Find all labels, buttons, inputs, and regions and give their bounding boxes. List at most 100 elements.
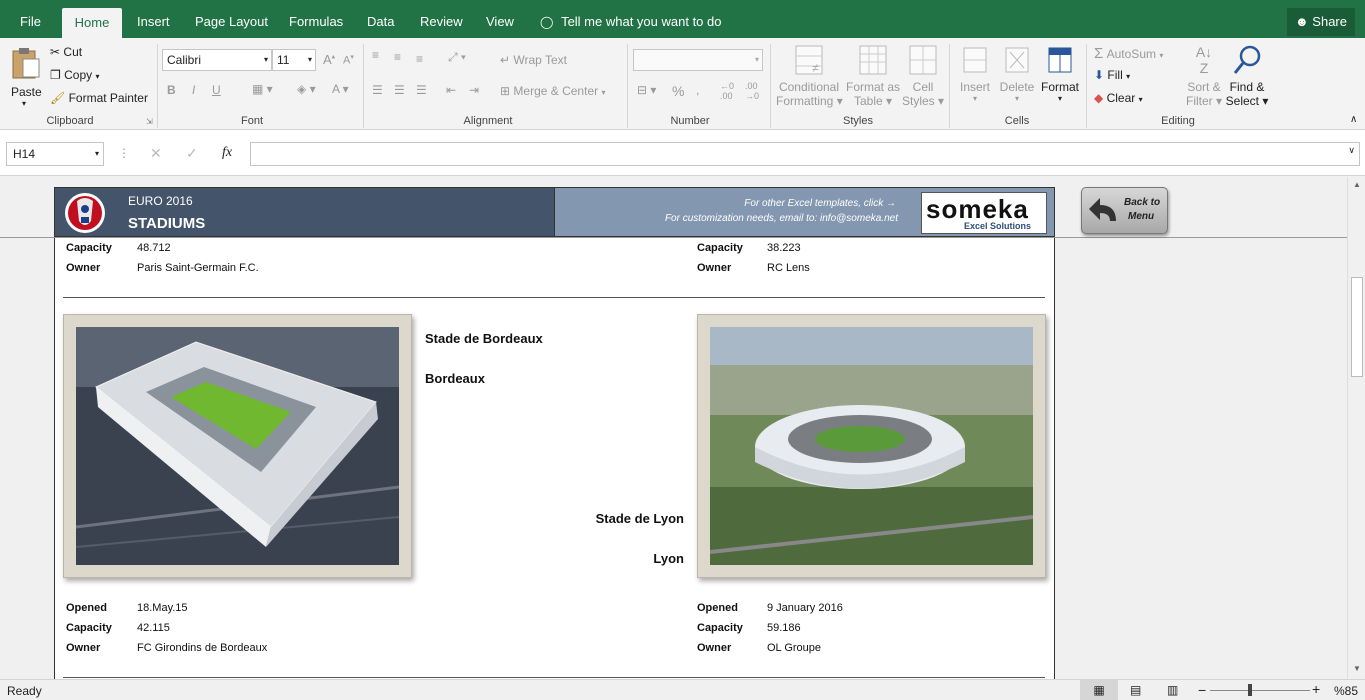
- format-cells-icon: [1048, 47, 1072, 73]
- underline-button[interactable]: U: [212, 83, 221, 97]
- comma-icon[interactable]: ,: [696, 83, 699, 97]
- page-break-view-icon[interactable]: ▥: [1167, 683, 1178, 697]
- clear-button[interactable]: ◆ Clear ▾: [1094, 91, 1143, 105]
- find-select-label-1: Find &: [1229, 80, 1265, 94]
- confirm-formula-icon[interactable]: ✓: [186, 145, 198, 162]
- decrease-indent-icon[interactable]: ⇤: [446, 83, 456, 97]
- currency-icon[interactable]: ⊟ ▾: [637, 83, 656, 97]
- format-cells-button[interactable]: Format ▾: [1039, 44, 1081, 114]
- sort-filter-button[interactable]: A↓ Z Sort & Filter ▾: [1184, 44, 1224, 114]
- grow-font-icon[interactable]: A▴: [323, 52, 335, 67]
- decrease-decimal-icon[interactable]: .00 →0: [745, 81, 759, 101]
- zoom-slider[interactable]: [1210, 684, 1310, 696]
- align-bottom-icon[interactable]: ≡: [416, 52, 423, 66]
- cell-styles-button[interactable]: Cell Styles ▾: [902, 44, 944, 114]
- scroll-up-icon[interactable]: ▲: [1353, 180, 1361, 189]
- autosum-button[interactable]: Σ AutoSum ▾: [1094, 45, 1163, 62]
- tab-file[interactable]: File: [20, 0, 41, 38]
- find-select-button[interactable]: Find & Select ▾: [1224, 44, 1270, 114]
- insert-function-button[interactable]: fx: [222, 145, 232, 161]
- italic-button[interactable]: I: [192, 83, 195, 97]
- fill-button[interactable]: ⬇ Fill ▾: [1094, 68, 1130, 82]
- bordeaux-capacity-value: 42.115: [137, 622, 170, 634]
- header-banner: EURO 2016 STADIUMS: [54, 187, 555, 237]
- name-box-value: H14: [13, 147, 36, 161]
- fill-color-icon[interactable]: ◈ ▾: [297, 82, 316, 96]
- group-label-cells: Cells: [1004, 115, 1030, 127]
- lyon-opened-label: Opened: [697, 602, 738, 614]
- align-middle-icon[interactable]: ≡: [394, 50, 401, 64]
- chevron-down-icon: ▾: [754, 55, 759, 64]
- merge-center-button[interactable]: ⊞ Merge & Center ▾: [500, 84, 605, 98]
- zoom-slider-thumb[interactable]: [1248, 684, 1252, 696]
- insert-cells-button[interactable]: Insert ▾: [956, 44, 994, 114]
- font-color-icon[interactable]: A ▾: [332, 82, 349, 96]
- tab-view[interactable]: View: [486, 0, 514, 38]
- tab-review[interactable]: Review: [420, 0, 463, 38]
- table-icon: [859, 45, 887, 75]
- align-top-icon[interactable]: ≡: [372, 48, 379, 62]
- format-painter-button[interactable]: 🖌 Format Painter: [50, 91, 148, 105]
- scroll-down-icon[interactable]: ▼: [1353, 664, 1361, 673]
- promo-templates-link[interactable]: For other Excel templates, click →: [744, 198, 896, 209]
- group-label-number: Number: [670, 115, 710, 127]
- chevron-down-icon: ▾: [307, 55, 312, 64]
- wrap-text-button[interactable]: ↵ Wrap Text: [500, 53, 567, 67]
- orientation-icon[interactable]: ⤢ ▾: [448, 50, 466, 65]
- borders-icon[interactable]: ▦ ▾: [252, 82, 273, 96]
- someka-logo[interactable]: someka Excel Solutions: [921, 192, 1047, 234]
- section-divider: [63, 297, 1045, 298]
- font-size-select[interactable]: 11 ▾: [272, 49, 316, 71]
- tab-insert[interactable]: Insert: [137, 0, 170, 38]
- increase-indent-icon[interactable]: ⇥: [469, 83, 479, 97]
- sigma-icon: Σ: [1094, 45, 1104, 62]
- font-name-select[interactable]: Calibri ▾: [162, 49, 272, 71]
- increase-decimal-icon[interactable]: ←0.00: [720, 81, 734, 101]
- back-arrow-icon: [1089, 198, 1116, 221]
- header-title: STADIUMS: [128, 215, 206, 232]
- name-box[interactable]: H14 ▾: [6, 142, 104, 166]
- conditional-formatting-button[interactable]: ≠ Conditional Formatting ▾: [776, 44, 843, 114]
- cut-button[interactable]: ✂ Cut: [50, 45, 82, 59]
- share-button[interactable]: ☻ Share: [1287, 8, 1355, 36]
- tab-data[interactable]: Data: [367, 0, 394, 38]
- tab-home[interactable]: Home: [62, 8, 122, 38]
- align-right-icon[interactable]: ☰: [416, 83, 427, 97]
- sort-filter-icon: A↓ Z: [1195, 44, 1213, 76]
- delete-cells-label: Delete: [999, 80, 1035, 94]
- copy-button[interactable]: ❐ Copy ▾: [50, 68, 99, 82]
- align-left-icon[interactable]: ☰: [372, 83, 383, 97]
- prev-left-owner-label: Owner: [66, 262, 101, 274]
- bold-button[interactable]: B: [167, 83, 176, 97]
- vertical-scrollbar[interactable]: ▲ ▼: [1347, 177, 1365, 679]
- zoom-level[interactable]: %85: [1334, 684, 1358, 698]
- delete-cells-button[interactable]: Delete ▾: [997, 44, 1037, 114]
- align-center-icon[interactable]: ☰: [394, 83, 405, 97]
- scrollbar-thumb[interactable]: [1351, 277, 1363, 377]
- normal-view-button[interactable]: ▦: [1080, 680, 1118, 700]
- dialog-launcher-icon[interactable]: ⇲: [146, 117, 153, 126]
- cell-styles-icon: [909, 45, 937, 75]
- number-format-select[interactable]: ▾: [633, 49, 763, 71]
- prev-left-capacity-value: 48.712: [137, 242, 171, 254]
- tab-page-layout[interactable]: Page Layout: [195, 0, 268, 38]
- percent-button[interactable]: %: [672, 83, 684, 99]
- page-layout-view-icon[interactable]: ▤: [1130, 683, 1141, 697]
- paste-button[interactable]: Paste ▾: [8, 44, 44, 108]
- zoom-in-icon[interactable]: +: [1312, 681, 1320, 697]
- lyon-owner-label: Owner: [697, 642, 732, 654]
- status-bar: Ready ▦ ▤ ▥ − + %85: [0, 679, 1365, 700]
- tell-me-search[interactable]: ◯ Tell me what you want to do: [540, 0, 721, 38]
- shrink-font-icon[interactable]: A▾: [343, 53, 354, 67]
- collapse-ribbon-icon[interactable]: ∧: [1350, 114, 1357, 125]
- cancel-formula-icon[interactable]: ✕: [150, 145, 162, 162]
- stadium-photo-bordeaux[interactable]: [63, 314, 412, 578]
- tab-formulas[interactable]: Formulas: [289, 0, 343, 38]
- zoom-out-icon[interactable]: −: [1198, 682, 1206, 698]
- stadium-photo-lyon[interactable]: [697, 314, 1046, 578]
- format-as-table-button[interactable]: Format as Table ▾: [846, 44, 900, 114]
- back-to-menu-button[interactable]: Back to Menu: [1081, 187, 1168, 234]
- paste-dropdown-icon: ▾: [22, 99, 27, 108]
- formula-input[interactable]: ∨: [250, 142, 1360, 166]
- chevron-down-icon: ▾: [1057, 94, 1062, 103]
